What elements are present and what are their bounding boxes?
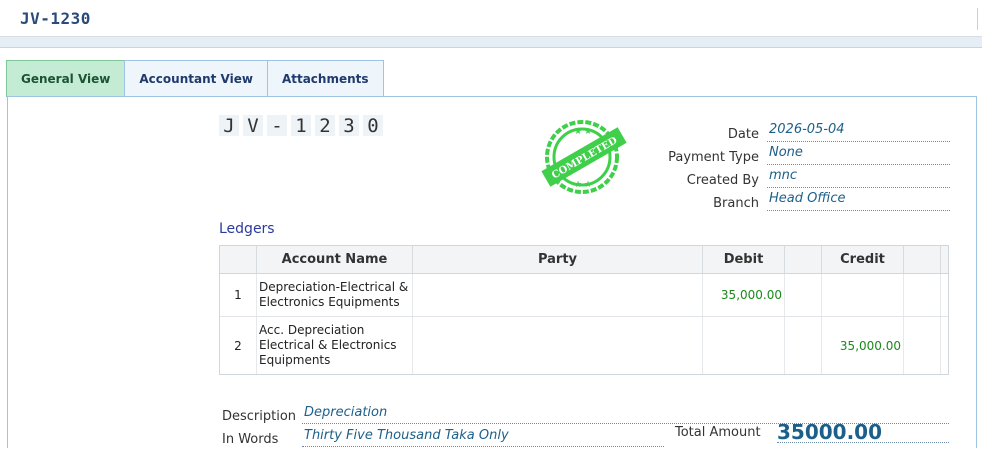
title-bar: JV-1230 (0, 0, 982, 37)
title-bar-divider (977, 8, 978, 30)
spacer-cell (785, 274, 822, 316)
ledgers-heading: Ledgers (219, 221, 275, 237)
column-header-debit[interactable]: Debit (703, 246, 785, 273)
svg-text:★: ★ (574, 180, 582, 190)
date-value: 2026-05-04 (767, 122, 950, 142)
svg-text:★: ★ (584, 180, 592, 190)
created-by-label: Created By (686, 173, 759, 188)
column-header-account[interactable]: Account Name (257, 246, 413, 273)
voucher-number-char: V (243, 115, 263, 137)
date-row: Date 2026-05-04 (640, 119, 950, 142)
spacer-cell (904, 317, 941, 374)
spacer-cell (785, 317, 822, 374)
date-label: Date (727, 127, 759, 142)
in-words-value: Thirty Five Thousand Taka Only (302, 428, 664, 447)
svg-text:★: ★ (584, 127, 592, 137)
voucher-number: J V - 1 2 3 0 (219, 115, 383, 137)
voucher-number-char: 3 (339, 115, 359, 137)
header-strip (0, 37, 982, 48)
row-number: 1 (220, 274, 257, 316)
voucher-number-char: 2 (315, 115, 335, 137)
ledgers-table: Account Name Party Debit Credit 1 Deprec… (219, 245, 949, 375)
column-header-credit[interactable]: Credit (822, 246, 904, 273)
party-cell (413, 317, 703, 374)
svg-text:★: ★ (574, 127, 582, 137)
account-name-cell: Acc. Depreciation Electrical & Electroni… (257, 317, 413, 374)
created-by-value: mnc (767, 168, 950, 188)
tab-attachments[interactable]: Attachments (266, 60, 384, 97)
tab-general-view[interactable]: General View (6, 60, 126, 97)
completed-stamp: ★ ★ ★ ★ COMPLETED (541, 120, 627, 194)
created-by-row: Created By mnc (640, 165, 950, 188)
column-header-spacer (785, 246, 822, 273)
party-cell (413, 274, 703, 316)
payment-type-row: Payment Type None (640, 142, 950, 165)
table-row[interactable]: 1 Depreciation-Electrical & Electronics … (220, 274, 948, 317)
voucher-number-char: 0 (363, 115, 383, 137)
debit-cell: 35,000.00 (703, 274, 785, 316)
branch-row: Branch Head Office (640, 188, 950, 211)
branch-label: Branch (713, 196, 759, 211)
tab-accountant-view[interactable]: Accountant View (124, 60, 268, 97)
voucher-info: Date 2026-05-04 Payment Type None Create… (640, 119, 950, 211)
total-amount-value: 35000.00 (777, 420, 949, 444)
total-amount-label: Total Amount (675, 425, 761, 440)
window-title: JV-1230 (20, 9, 91, 28)
payment-type-label: Payment Type (668, 150, 759, 165)
row-number: 2 (220, 317, 257, 374)
voucher-number-char: 1 (291, 115, 311, 137)
view-tabs: General View Accountant View Attachments (6, 60, 384, 97)
branch-value: Head Office (767, 191, 950, 211)
column-header-spacer (904, 246, 941, 273)
voucher-number-char: J (219, 115, 239, 137)
spacer-cell (904, 274, 941, 316)
voucher-number-char: - (267, 115, 287, 137)
column-header-party[interactable]: Party (413, 246, 703, 273)
table-header: Account Name Party Debit Credit (220, 246, 948, 274)
credit-cell (822, 274, 904, 316)
table-row[interactable]: 2 Acc. Depreciation Electrical & Electro… (220, 317, 948, 374)
debit-cell (703, 317, 785, 374)
in-words-label: In Words (222, 432, 279, 447)
credit-cell: 35,000.00 (822, 317, 904, 374)
payment-type-value: None (767, 145, 950, 165)
account-name-cell: Depreciation-Electrical & Electronics Eq… (257, 274, 413, 316)
description-label: Description (222, 409, 297, 424)
column-header-num (220, 246, 257, 273)
